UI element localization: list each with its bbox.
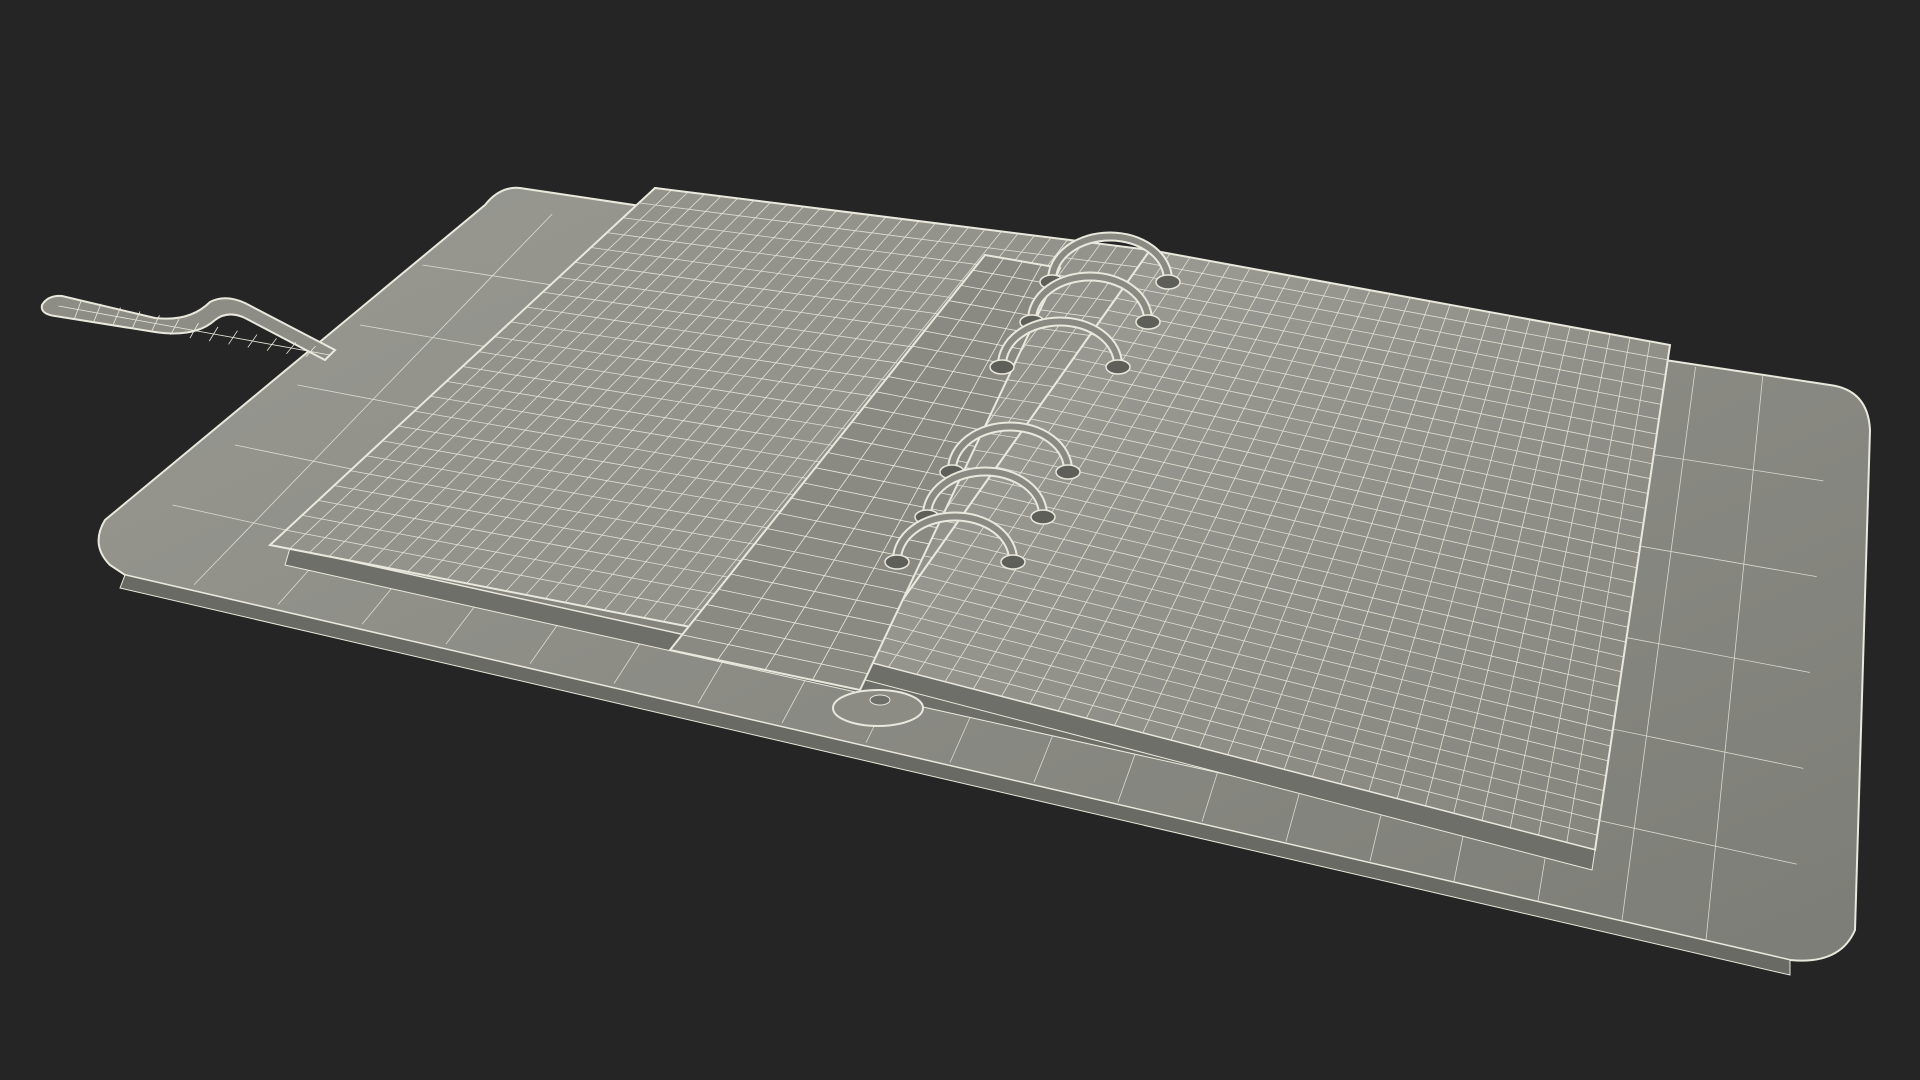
strap-tab [40,294,337,362]
wireframe-render [40,186,1872,976]
3d-viewport [0,0,1920,1080]
button-snap [832,689,924,727]
